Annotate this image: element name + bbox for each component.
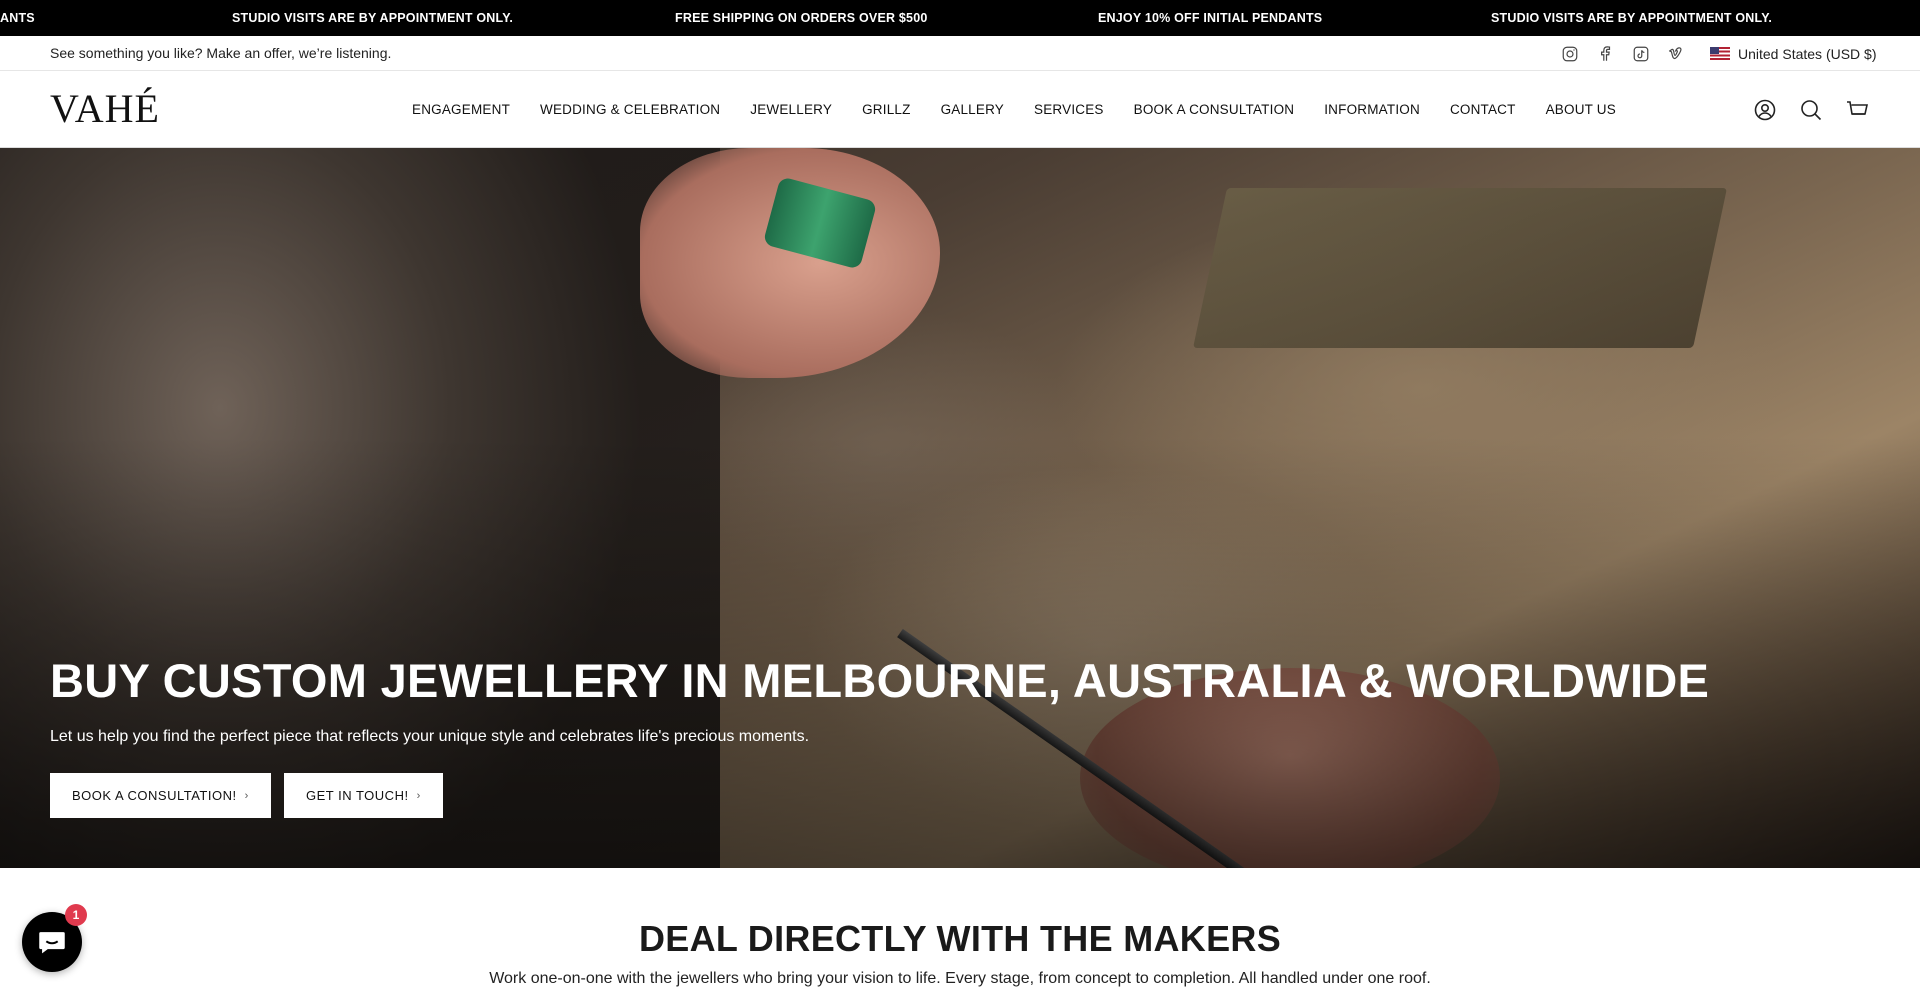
hero-banner: BUY CUSTOM JEWELLERY IN MELBOURNE, AUSTR… (0, 148, 1920, 868)
get-in-touch-button[interactable]: GET IN TOUCH! › (284, 773, 443, 818)
nav-jewellery[interactable]: JEWELLERY (750, 102, 832, 117)
announcement-item: FREE SHIPPING ON ORDERS OVER $500 (675, 11, 928, 25)
nav-wedding-celebration[interactable]: WEDDING & CELEBRATION (540, 102, 720, 117)
get-in-touch-label: GET IN TOUCH! (306, 788, 409, 803)
search-icon[interactable] (1798, 97, 1824, 123)
vimeo-icon[interactable] (1666, 44, 1686, 64)
hero-overlay (0, 148, 1920, 868)
announcement-item: ENJOY 10% OFF INITIAL PENDANTS (1098, 11, 1323, 25)
site-header: VAHÉ ENGAGEMENT WEDDING & CELEBRATION JE… (0, 71, 1920, 148)
announcement-bar: ANTS STUDIO VISITS ARE BY APPOINTMENT ON… (0, 0, 1920, 36)
chevron-right-icon: › (244, 789, 249, 802)
nav-contact[interactable]: CONTACT (1450, 102, 1516, 117)
nav-about-us[interactable]: ABOUT US (1546, 102, 1616, 117)
announcement-item: STUDIO VISITS ARE BY APPOINTMENT ONLY. (1491, 11, 1773, 25)
nav-gallery[interactable]: GALLERY (941, 102, 1004, 117)
hero-subtitle: Let us help you find the perfect piece t… (50, 728, 810, 745)
cart-icon[interactable] (1844, 97, 1870, 123)
announcement-item: STUDIO VISITS ARE BY APPOINTMENT ONLY. (232, 11, 514, 25)
chat-notification-badge: 1 (65, 904, 87, 926)
facebook-icon[interactable] (1595, 44, 1615, 64)
instagram-icon[interactable] (1560, 44, 1580, 64)
book-consultation-label: BOOK A CONSULTATION! (72, 788, 237, 803)
account-icon[interactable] (1752, 97, 1778, 123)
locale-label: United States (USD $) (1738, 45, 1877, 62)
site-logo[interactable]: VAHÉ (50, 85, 160, 132)
utility-bar: See something you like? Make an offer, w… (0, 36, 1920, 71)
nav-information[interactable]: INFORMATION (1324, 102, 1420, 117)
offer-message: See something you like? Make an offer, w… (50, 45, 392, 61)
chat-bubble-icon (39, 932, 65, 954)
nav-services[interactable]: SERVICES (1034, 102, 1104, 117)
nav-engagement[interactable]: ENGAGEMENT (412, 102, 510, 117)
makers-heading: DEAL DIRECTLY WITH THE MAKERS (638, 918, 1282, 959)
nav-grillz[interactable]: GRILLZ (862, 102, 910, 117)
tiktok-icon[interactable] (1631, 44, 1651, 64)
main-nav: ENGAGEMENT WEDDING & CELEBRATION JEWELLE… (412, 71, 1646, 148)
book-consultation-button[interactable]: BOOK A CONSULTATION! › (50, 773, 271, 818)
us-flag-icon (1710, 47, 1730, 60)
makers-subtitle: Work one-on-one with the jewellers who b… (489, 970, 1431, 987)
hero-title: BUY CUSTOM JEWELLERY IN MELBOURNE, AUSTR… (50, 654, 1710, 707)
locale-selector[interactable]: United States (USD $) (1710, 36, 1877, 71)
nav-book-consultation[interactable]: BOOK A CONSULTATION (1134, 102, 1295, 117)
announcement-item: ANTS (0, 11, 35, 25)
chevron-right-icon: › (416, 789, 421, 802)
